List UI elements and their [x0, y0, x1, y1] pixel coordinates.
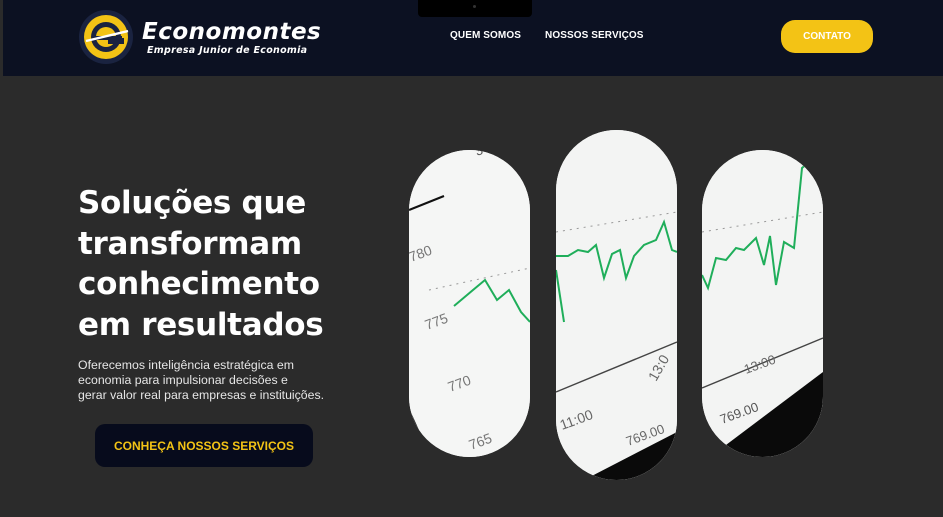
hero-title-line: em resultados [78, 306, 324, 343]
hero-title-line: conhecimento [78, 266, 320, 302]
chart-photo-3: 13:00 769.00 [702, 150, 823, 457]
chart-photo-1: 3 9 780 775 770 765 [409, 150, 530, 457]
top-notch [418, 0, 532, 17]
hero-description-line: Oferecemos inteligência estratégica em [78, 358, 294, 372]
brand-tagline: Empresa Junior de Economia [147, 44, 308, 56]
stock-chart-image: 3 9 780 775 770 765 [409, 150, 530, 457]
stock-chart-image: 11:00 13:0 769.00 [556, 130, 677, 480]
nav-quem-somos[interactable]: QUEM SOMOS [450, 30, 521, 41]
hero-title-line: transformam [78, 225, 302, 262]
hero-description-line: economia para impulsionar decisões e [78, 373, 288, 388]
hero-title: Soluções que transformam conhecimento em… [78, 183, 388, 345]
chart-photo-2: 11:00 13:0 769.00 [556, 130, 677, 480]
logo-badge-icon [79, 10, 133, 64]
hero-description: Oferecemos inteligência estratégica em e… [78, 358, 358, 404]
hero-title-line: Soluções que [78, 185, 306, 221]
nav-nossos-servicos[interactable]: NOSSOS SERVIÇOS [545, 30, 644, 41]
stock-chart-image: 13:00 769.00 [702, 150, 823, 457]
contato-button[interactable]: CONTATO [781, 20, 873, 53]
hero-description-line: gerar valor real para empresas e institu… [78, 388, 325, 403]
logo[interactable]: Economontes Empresa Junior de Economia [78, 9, 321, 65]
conheca-servicos-button[interactable]: CONHEÇA NOSSOS SERVIÇOS [95, 424, 313, 467]
logo-text: Economontes Empresa Junior de Economia [142, 19, 321, 56]
page: Economontes Empresa Junior de Economia Q… [0, 0, 943, 517]
brand-name: Economontes [142, 18, 322, 45]
